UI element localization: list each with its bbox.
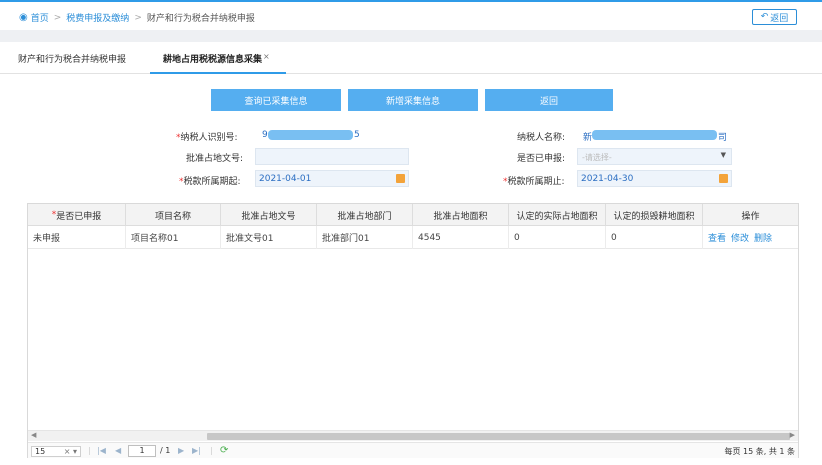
period-end-value: 2021-04-30 <box>581 174 634 184</box>
pagination-bar: 15 × ▾ | |◀ ◀ 1 / 1 ▶ ▶| | ⟳ 每页 15 条, 共 … <box>28 442 798 458</box>
refresh-icon[interactable]: ⟳ <box>220 445 228 456</box>
pagination-summary: 每页 15 条, 共 1 条 <box>724 447 795 456</box>
taxpayer-name-value-tail: 司 <box>718 133 728 143</box>
view-link[interactable]: 查看 <box>708 231 726 244</box>
chevron-down-icon: ▼ <box>720 151 726 159</box>
pager-divider: | <box>210 446 213 455</box>
header-back-label: 返回 <box>770 13 789 24</box>
current-page-input[interactable]: 1 <box>128 445 156 457</box>
declared-placeholder: -请选择- <box>582 153 612 162</box>
taxpayer-id-value-head: 9 <box>262 130 268 140</box>
scroll-left-icon[interactable]: ◀ <box>31 431 36 439</box>
breadcrumb-home-link[interactable]: 首页 <box>31 11 49 24</box>
top-bar: ◉ 首页 > 税费申报及缴纳 > 财产和行为税合并纳税申报 ↶ 返回 <box>0 0 822 30</box>
data-grid: * 是否已申报 项目名称 批准占地文号 批准占地部门 批准占地面积 认定的实际占地… <box>27 203 799 458</box>
taxpayer-id-label: *纳税人识别号: <box>176 133 238 143</box>
next-page-icon[interactable]: ▶ <box>178 446 184 455</box>
calendar-icon[interactable] <box>396 174 405 183</box>
return-button[interactable]: 返回 <box>485 89 613 111</box>
query-collected-button[interactable]: 查询已采集信息 <box>211 89 341 111</box>
tab-close-icon[interactable]: × <box>263 52 270 61</box>
column-header-declared: * 是否已申报 <box>28 204 126 226</box>
page-size-value: 15 <box>35 447 46 456</box>
column-header-actual-area: 认定的实际占地面积 <box>509 204 606 226</box>
taxpayer-name-label: 纳税人名称: <box>517 133 566 143</box>
return-arrow-icon: ↶ <box>760 12 769 22</box>
cell-approved-area: 4545 <box>413 226 509 249</box>
table-row: 未申报 项目名称01 批准文号01 批准部门01 4545 0 0 查看 修改 … <box>28 226 798 249</box>
redacted-taxpayer-name <box>592 130 717 140</box>
cell-operations: 查看 修改 删除 <box>703 226 798 249</box>
breadcrumb-separator: > <box>134 12 142 23</box>
tab-label: 耕地占用税税源信息采集 <box>163 55 263 65</box>
column-header-operations: 操作 <box>741 211 760 222</box>
taxpayer-id-value-tail: 5 <box>354 130 360 140</box>
tab-combined-declaration[interactable]: 财产和行为税合并纳税申报 <box>18 52 126 65</box>
header-divider <box>0 30 822 42</box>
table-header: * 是否已申报 项目名称 批准占地文号 批准占地部门 批准占地面积 认定的实际占地… <box>28 204 798 226</box>
clear-and-dropdown-icon: × ▾ <box>63 447 77 456</box>
total-pages: / 1 <box>160 446 171 455</box>
breadcrumb-separator: > <box>53 12 62 23</box>
cell-actual-area: 0 <box>509 226 606 249</box>
cell-declared: 未申报 <box>28 226 126 249</box>
location-pin-icon: ◉ <box>19 12 28 23</box>
approval-doc-label: 批准占地文号: <box>186 154 244 164</box>
column-header-damaged-area: 认定的损毁耕地面积 <box>606 204 703 226</box>
page-size-select[interactable]: 15 × ▾ <box>31 446 81 457</box>
taxpayer-name-value-head: 新 <box>583 133 593 143</box>
cell-approval-dept: 批准部门01 <box>317 226 413 249</box>
column-header-approved-area: 批准占地面积 <box>413 204 509 226</box>
active-tab-indicator <box>150 72 286 74</box>
breadcrumb-tax-filing-link[interactable]: 税费申报及缴纳 <box>66 11 129 24</box>
scroll-right-icon[interactable]: ▶ <box>790 431 795 439</box>
pager-divider: | <box>88 446 91 455</box>
cell-approval-doc: 批准文号01 <box>221 226 317 249</box>
add-collection-button[interactable]: 新增采集信息 <box>348 89 478 111</box>
prev-page-icon[interactable]: ◀ <box>115 446 121 455</box>
period-end-input[interactable]: 2021-04-30 <box>577 170 732 187</box>
breadcrumb-current: 财产和行为税合并纳税申报 <box>146 14 255 24</box>
declared-select[interactable]: -请选择- ▼ <box>577 148 732 165</box>
cell-project-name: 项目名称01 <box>126 226 221 249</box>
column-header-approval-doc: 批准占地文号 <box>221 204 317 226</box>
calendar-icon[interactable] <box>719 174 728 183</box>
scrollbar-thumb[interactable] <box>207 433 790 440</box>
edit-link[interactable]: 修改 <box>731 231 749 244</box>
last-page-icon[interactable]: ▶| <box>192 446 201 455</box>
declared-label: 是否已申报: <box>517 154 566 164</box>
column-header-project-name: 项目名称 <box>126 204 221 226</box>
tab-bar: 财产和行为税合并纳税申报 耕地占用税税源信息采集× <box>0 42 822 74</box>
column-header-approval-dept: 批准占地部门 <box>317 204 413 226</box>
tab-farmland-tax-source[interactable]: 耕地占用税税源信息采集× <box>163 52 270 65</box>
approval-doc-input[interactable] <box>255 148 409 165</box>
delete-link[interactable]: 删除 <box>754 231 772 244</box>
redacted-taxpayer-id <box>268 130 353 140</box>
tab-label: 财产和行为税合并纳税申报 <box>18 55 127 65</box>
period-start-input[interactable]: 2021-04-01 <box>255 170 409 187</box>
header-back-button[interactable]: ↶ 返回 <box>752 9 797 25</box>
first-page-icon[interactable]: |◀ <box>97 446 106 455</box>
horizontal-scrollbar[interactable]: ◀ ▶ <box>28 430 798 441</box>
period-end-label: *税款所属期止: <box>503 177 565 187</box>
cell-damaged-area: 0 <box>606 226 703 249</box>
period-start-label: *税款所属期起: <box>179 177 241 187</box>
breadcrumb: ◉ 首页 > 税费申报及缴纳 > 财产和行为税合并纳税申报 <box>19 11 255 24</box>
period-start-value: 2021-04-01 <box>259 174 312 184</box>
